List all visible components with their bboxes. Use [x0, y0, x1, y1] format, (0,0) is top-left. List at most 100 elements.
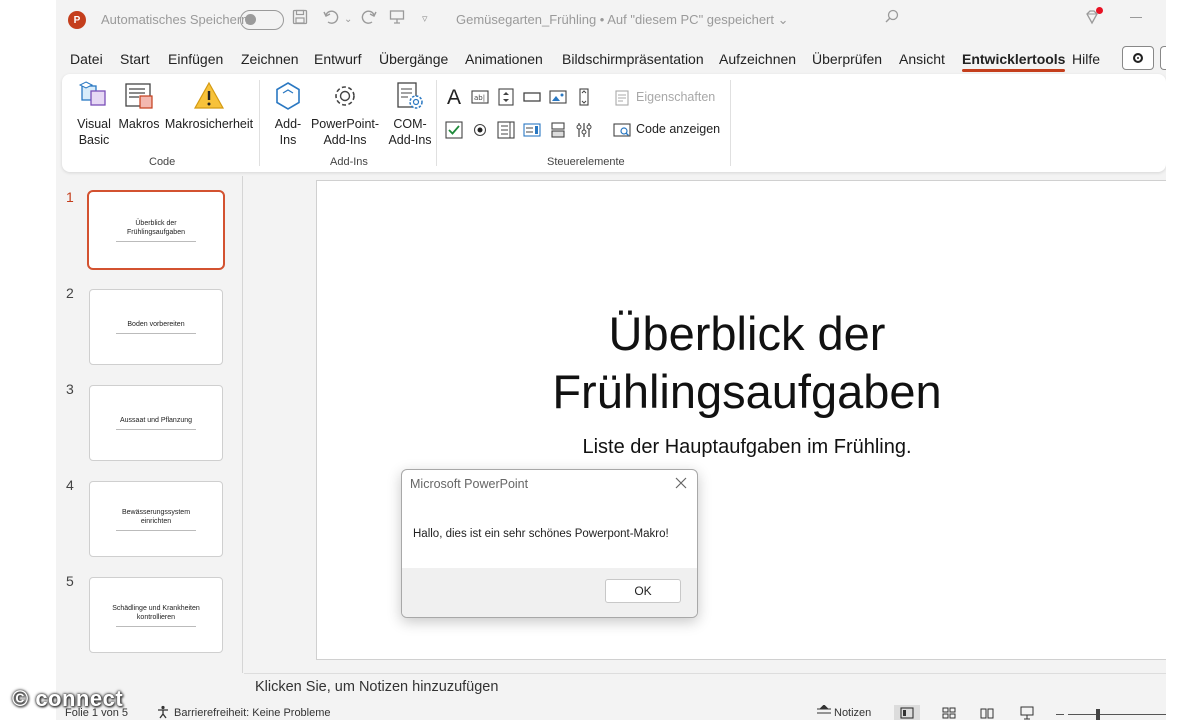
spin-button-icon[interactable] [496, 87, 516, 107]
macros-button[interactable]: Makros [117, 80, 161, 132]
notes-placeholder: Klicken Sie, um Notizen hinzuzufügen [255, 679, 499, 695]
customize-toolbar-icon[interactable]: ▿ [422, 12, 428, 25]
thumbnail-subtitle-line [116, 529, 196, 531]
slide-thumbnail-2[interactable]: Boden vorbereiten [89, 289, 223, 365]
save-icon[interactable] [292, 9, 308, 30]
properties-button[interactable]: Eigenschaften [636, 90, 715, 104]
dialog-title: Microsoft PowerPoint [410, 477, 529, 491]
group-label-controls: Steuerelemente [547, 156, 625, 168]
tab-start[interactable]: Start [120, 51, 150, 67]
slide-thumbnail-panel: 1 Überblick der Frühlingsaufgaben 2 Bode… [56, 176, 242, 673]
tab-zeichnen[interactable]: Zeichnen [241, 51, 299, 67]
image-control-icon[interactable] [548, 87, 568, 107]
toggle-button-icon[interactable] [548, 120, 568, 140]
slide-number: 5 [66, 573, 74, 589]
panel-divider[interactable] [242, 176, 243, 673]
thumbnail-title: Schädlinge und Krankheiten kontrollieren [112, 604, 200, 621]
ok-button[interactable]: OK [605, 579, 681, 603]
normal-view-icon[interactable] [894, 705, 920, 720]
slide-sorter-icon[interactable] [936, 705, 962, 720]
slide-thumbnail-3[interactable]: Aussaat und Pflanzung [89, 385, 223, 461]
watermark: © connect [12, 686, 124, 711]
powerpoint-addins-button[interactable]: PowerPoint- Add-Ins [310, 80, 380, 148]
reading-view-icon[interactable] [974, 705, 1000, 720]
visual-basic-button[interactable]: Visual Basic [72, 80, 116, 148]
textbox-control-icon[interactable]: ab| [470, 87, 490, 107]
zoom-slider[interactable] [1068, 714, 1166, 715]
autosave-label: Automatisches Speichern [101, 12, 249, 27]
dialog-message: Hallo, dies ist ein sehr schönes Powerpo… [413, 528, 669, 540]
tab-uebergaenge[interactable]: Übergänge [379, 51, 448, 67]
dialog-body: Hallo, dies ist ein sehr schönes Powerpo… [402, 500, 697, 568]
notes-pane[interactable]: Klicken Sie, um Notizen hinzuzufügen [244, 673, 1166, 701]
slide-number: 3 [66, 381, 74, 397]
com-addins-label-line1: COM- [393, 117, 427, 131]
scrollbar-control-icon[interactable] [574, 87, 594, 107]
powerpoint-addins-label-line1: PowerPoint- [310, 117, 380, 131]
thumbnail-title: Bewässerungssystem einrichten [121, 508, 191, 525]
document-title[interactable]: Gemüsegarten_Frühling • Auf "diesem PC" … [456, 12, 789, 28]
checkbox-control-icon[interactable] [444, 120, 464, 140]
gear-icon [335, 86, 355, 106]
more-controls-icon[interactable] [574, 120, 594, 140]
slide-title-line1: Überblick der [608, 307, 886, 360]
undo-icon[interactable] [322, 9, 340, 30]
accessibility-icon [156, 705, 170, 720]
slide-number: 2 [66, 285, 74, 301]
minimize-button[interactable] [1130, 17, 1142, 18]
addins-button[interactable]: Add- Ins [268, 80, 308, 148]
command-button-icon[interactable] [522, 87, 542, 107]
thumbnail-subtitle-line [116, 333, 196, 334]
notes-button[interactable]: Notizen [834, 707, 871, 719]
accessibility-status[interactable]: Barrierefreiheit: Keine Probleme [174, 707, 331, 719]
thumbnail-subtitle-line [116, 240, 196, 242]
combobox-control-icon[interactable] [522, 120, 542, 140]
view-code-button[interactable]: Code anzeigen [636, 122, 720, 136]
listbox-control-icon[interactable] [496, 120, 516, 140]
thumbnail-title: Boden vorbereiten [127, 321, 185, 328]
slide-number: 4 [66, 477, 74, 493]
record-icon [1133, 53, 1143, 63]
tab-ueberpruefen[interactable]: Überprüfen [812, 51, 882, 67]
com-addins-button[interactable]: COM- Add-Ins [384, 80, 436, 148]
slide-thumbnail-4[interactable]: Bewässerungssystem einrichten [89, 481, 223, 557]
tab-datei[interactable]: Datei [70, 51, 103, 67]
slide-title-line2: Frühlingsaufgaben [552, 365, 942, 418]
close-icon[interactable] [674, 476, 688, 490]
notes-icon [816, 704, 832, 720]
slideshow-icon[interactable] [1014, 705, 1040, 720]
right-margin [1166, 0, 1200, 720]
slide-title[interactable]: Überblick der Frühlingsaufgaben [457, 305, 1037, 421]
dialog-footer: OK [402, 568, 697, 617]
tab-bildschirmpraesentation[interactable]: Bildschirmpräsentation [562, 51, 704, 67]
macro-security-button[interactable]: Makrosicherheit [163, 80, 255, 132]
slide-thumbnail-5[interactable]: Schädlinge und Krankheiten kontrollieren [89, 577, 223, 653]
visual-basic-label-line2: Basic [78, 133, 110, 147]
slide-subtitle[interactable]: Liste der Hauptaufgaben im Frühling. [457, 436, 1037, 459]
title-bar: P Automatisches Speichern ⌄ ▿ Gemüsegart… [56, 0, 1166, 40]
slide-thumbnail-1[interactable]: Überblick der Frühlingsaufgaben [87, 190, 225, 270]
option-button-icon[interactable] [470, 120, 490, 140]
tab-einfuegen[interactable]: Einfügen [168, 51, 223, 67]
autosave-toggle[interactable] [240, 10, 284, 30]
tab-entwicklertools[interactable]: Entwicklertools [962, 51, 1066, 72]
zoom-slider-handle[interactable] [1096, 709, 1100, 720]
properties-icon [612, 88, 632, 108]
tab-animationen[interactable]: Animationen [465, 51, 543, 67]
tab-aufzeichnen[interactable]: Aufzeichnen [719, 51, 796, 67]
powerpoint-logo-icon: P [68, 11, 86, 29]
redo-icon[interactable] [360, 9, 378, 30]
present-icon[interactable] [389, 9, 405, 30]
visual-basic-label-line1: Visual [77, 117, 111, 131]
tab-hilfe[interactable]: Hilfe [1072, 51, 1100, 67]
com-addins-icon [397, 82, 423, 109]
tab-ansicht[interactable]: Ansicht [899, 51, 945, 67]
record-button[interactable] [1122, 46, 1154, 70]
undo-dropdown-icon[interactable]: ⌄ [344, 14, 352, 25]
tab-entwurf[interactable]: Entwurf [314, 51, 361, 67]
thumbnail-subtitle-line [116, 625, 196, 627]
label-control-icon[interactable]: A [444, 86, 464, 109]
macros-label: Makros [118, 117, 160, 131]
zoom-out-icon[interactable] [1056, 714, 1064, 715]
search-icon[interactable] [884, 9, 900, 30]
